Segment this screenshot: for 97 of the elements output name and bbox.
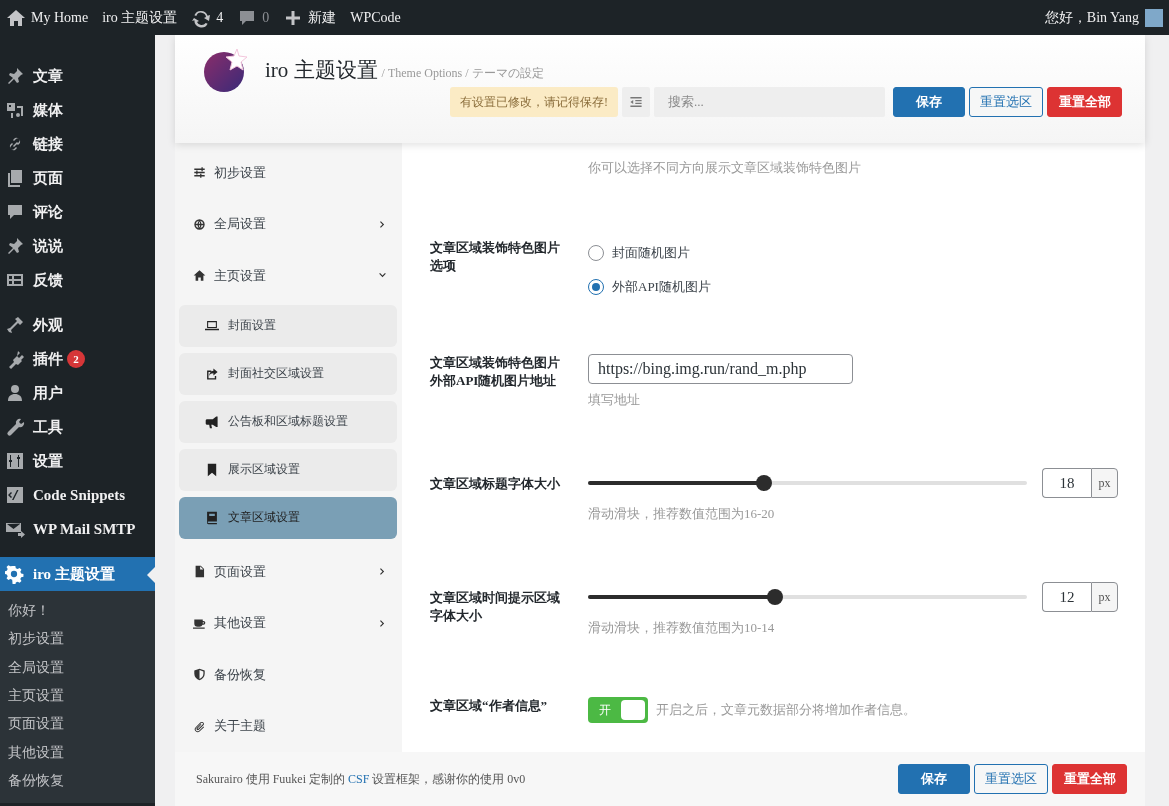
save-button[interactable]: 保存 [898,764,970,794]
field-label: 文章区域装饰特色图片选项 [430,239,561,275]
nav-subitem[interactable]: 展示区域设置 [179,448,397,491]
radio-option[interactable]: 封面随机图片 [588,239,1118,266]
search-field[interactable]: 搜索... [654,87,885,117]
document-icon [193,565,206,578]
nav-item[interactable]: 全局设置 [175,198,402,251]
reset-section-button[interactable]: 重置选区 [974,764,1048,794]
nav-item[interactable]: 初步设置 [175,147,402,199]
nav-subitem[interactable]: 封面设置 [179,304,397,347]
admin-bar-item[interactable]: iro 主题设置 [102,8,178,27]
count-badge: 2 [67,350,85,368]
submenu-item[interactable]: 页面设置 [0,710,155,739]
nav-item[interactable]: 页面设置 [175,545,402,598]
outdent-icon [629,95,643,109]
settings-icon [5,564,25,584]
submenu-item[interactable]: 你好！ [0,597,155,626]
user-icon [5,383,25,403]
submenu-item[interactable]: 初步设置 [0,625,155,654]
field-label: 文章区域“作者信息” [430,697,548,715]
admin-bar-item[interactable]: 新建 [308,8,337,27]
media-icon [5,100,25,120]
help-text: 填写地址 [588,391,641,409]
sidebar-item[interactable]: 用户 [0,376,155,410]
reset-all-button[interactable]: 重置全部 [1052,764,1127,794]
code-icon [5,485,25,505]
page-subtitle: / Theme Options / テーマの設定 [381,66,544,80]
home-icon [193,269,206,283]
slider-thumb[interactable] [755,475,772,491]
nav-subitem[interactable]: 文章区域设置 [179,496,397,539]
page-title: iro 主题设置 [265,58,378,82]
comment-icon [5,202,25,222]
nav-subitem[interactable]: 封面社交区域设置 [179,352,397,395]
help-text: 开启之后，文章元数据部分将增加作者信息。 [656,701,916,719]
unit-label: px [1091,582,1118,612]
sidebar-item[interactable]: Code Snippets [0,478,155,512]
bookmark-icon [205,462,219,477]
number-field[interactable]: 18 [1042,468,1091,498]
admin-bar-item[interactable]: My Home [31,9,89,26]
sidebar-item[interactable]: 评论 [0,195,155,229]
reset-section-button[interactable]: 重置选区 [969,87,1043,117]
sidebar-item[interactable]: 页面 [0,161,155,195]
sidebar-item[interactable]: 链接 [0,127,155,161]
reset-all-button[interactable]: 重置全部 [1047,87,1122,117]
nav-item[interactable]: 关于主题 [175,700,402,753]
field-label: 文章区域时间提示区域字体大小 [430,589,561,625]
logo-icon [203,47,249,93]
radio-option[interactable]: 外部API随机图片 [588,273,1118,300]
share-icon [205,366,219,381]
unit-label: px [1091,468,1118,498]
greeting-text[interactable]: 您好，Bin Yang [1044,8,1139,27]
admin-bar-item[interactable]: 0 [262,9,270,26]
field-label: 文章区域装饰特色图片外部API随机图片地址 [430,354,561,390]
url-field[interactable]: https://bing.img.run/rand_m.php [588,354,853,384]
paperclip-icon [193,719,206,733]
globe-icon [193,217,206,231]
field-label: 文章区域标题字体大小 [430,475,561,493]
sidebar-item[interactable]: 插件 2 [0,342,155,376]
save-button[interactable]: 保存 [893,87,965,117]
avatar-icon[interactable] [1145,8,1163,27]
sidebar-item[interactable]: 反馈 [0,263,155,297]
sidebar-item[interactable]: WP Mail SMTP [0,512,155,546]
admin-bar-item[interactable]: WPCode [350,9,401,26]
wrench-icon [5,417,25,437]
sidebar-item[interactable]: 外观 [0,308,155,342]
nav-item[interactable]: 备份恢复 [175,648,402,701]
collapse-button[interactable] [622,87,650,117]
laptop-icon [205,318,219,333]
csf-link[interactable]: CSF [348,771,370,786]
admin-bar-item[interactable]: 4 [216,9,224,26]
submenu-item[interactable]: 全局设置 [0,653,155,682]
nav-item[interactable]: 其他设置 [175,597,402,649]
submenu-item[interactable]: 备份恢复 [0,766,155,796]
sliders-icon [193,166,206,180]
pages-icon [5,168,25,188]
sidebar-item[interactable]: 文章 [0,59,155,93]
sidebar-item[interactable]: 设置 [0,444,155,478]
submenu-item[interactable]: 其他设置 [0,738,155,767]
unsaved-notice: 有设置已修改，请记得保存! [450,87,618,117]
sidebar-item[interactable]: iro 主题设置 [0,557,155,591]
help-text: 滑动滑块，推荐数值范围为10-14 [588,619,776,637]
shield-icon [193,668,206,682]
footer-text: Sakurairo 使用 Fuukei 定制的 CSF 设置框架，感谢你的使用 0v0 [196,770,527,788]
sidebar-item[interactable]: 媒体 [0,93,155,127]
megaphone-icon [205,414,219,429]
nav-item[interactable]: 主页设置 [175,250,402,302]
slider-thumb[interactable] [767,589,784,605]
nav-subitem[interactable]: 公告板和区域标题设置 [179,400,397,443]
sliders-icon [5,451,25,471]
number-field[interactable]: 12 [1042,582,1091,612]
sidebar-item[interactable]: 工具 [0,410,155,444]
field-description: 你可以选择不同方向展示文章区域装饰特色图片 [587,159,862,177]
help-text: 滑动滑块，推荐数值范围为16-20 [588,505,776,523]
sidebar-item[interactable]: 说说 [0,229,155,263]
book-icon [205,510,219,525]
submenu-item[interactable]: 主页设置 [0,681,155,711]
home-icon [6,7,26,28]
